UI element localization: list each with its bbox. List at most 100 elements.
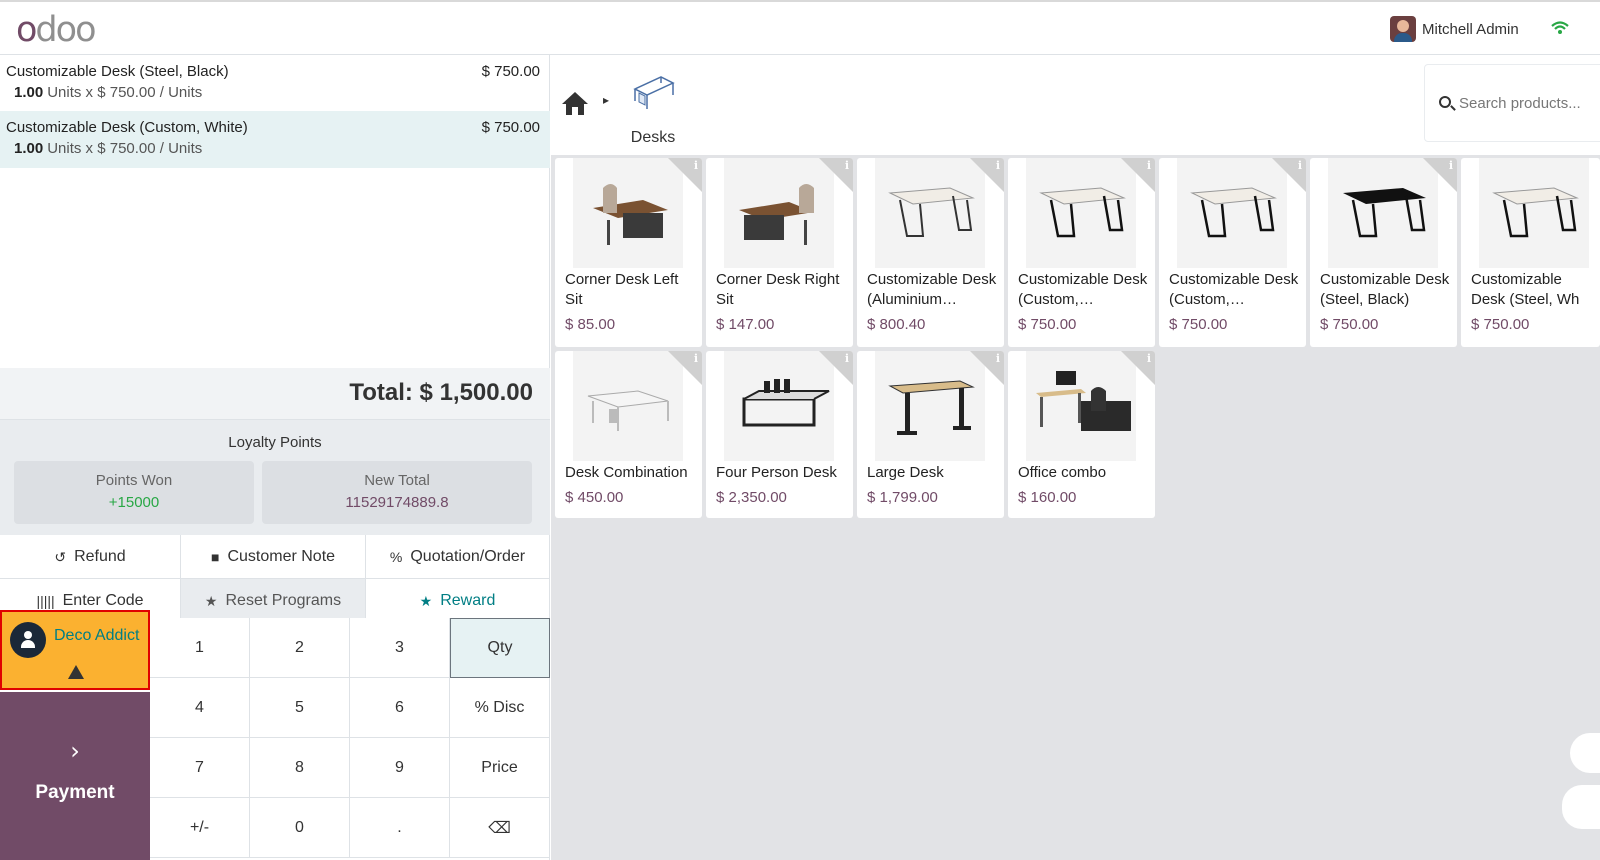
order-total-bar: Total: $ 1,500.00 [0,368,550,420]
corner-desk-image [724,158,834,268]
customer-note-label: Customer Note [227,547,336,565]
numpad-key-7[interactable]: 7 [150,738,250,798]
product-name: Customizable Desk (Aluminium… [867,271,997,308]
numpad-key-8[interactable]: 8 [250,738,350,798]
star-icon: ★ [419,592,433,609]
product-price: $ 750.00 [1018,316,1077,333]
numpad-decimal-button[interactable]: . [350,798,450,858]
numpad-key-3[interactable]: 3 [350,618,450,678]
product-price: $ 1,799.00 [867,489,938,506]
numpad-key-1[interactable]: 1 [150,618,250,678]
black-desk-image [1328,158,1438,268]
odoo-logo[interactable]: odoo [16,10,97,50]
order-line-selected[interactable]: Customizable Desk (Custom, White) $ 750.… [0,111,550,168]
product-name: Corner Desk Right Sit [716,271,840,308]
product-price: $ 2,350.00 [716,489,787,506]
user-avatar [1390,16,1416,42]
product-card[interactable]: i Customizable Desk (Custom,… $ 750.00 [1008,158,1155,347]
payment-button[interactable]: › Payment [0,692,150,860]
payment-label: Payment [35,782,115,803]
numpad-qty-button[interactable]: Qty [450,618,550,678]
product-card[interactable]: i Customizable Desk (Custom,… $ 750.00 [1159,158,1306,347]
numpad-backspace-button[interactable]: ⌫ [450,798,550,858]
order-line-name: Customizable Desk (Steel, Black) [6,63,229,80]
numpad-key-6[interactable]: 6 [350,678,450,738]
numpad-sign-button[interactable]: +/- [150,798,250,858]
product-name: Customizable Desk (Steel, Wh [1471,271,1580,308]
product-name: Customizable Desk (Custom,… [1169,271,1299,308]
product-card[interactable]: i Office combo $ 160.00 [1008,351,1155,518]
user-name: Mitchell Admin [1422,20,1519,38]
numpad-key-2[interactable]: 2 [250,618,350,678]
order-total: Total: $ 1,500.00 [349,379,533,406]
info-icon: i [995,159,1000,172]
points-won-label: Points Won [95,472,173,489]
order-line-detail: 1.00 Units x $ 750.00 / Units [6,140,542,157]
home-icon[interactable] [561,90,589,116]
order-line[interactable]: Customizable Desk (Steel, Black) $ 750.0… [0,55,550,112]
product-name: Four Person Desk [716,464,837,481]
numpad-key-5[interactable]: 5 [250,678,350,738]
product-card[interactable]: i Corner Desk Left Sit $ 85.00 [555,158,702,347]
product-card[interactable]: i Four Person Desk $ 2,350.00 [706,351,853,518]
quotation-order-button[interactable]: % Quotation/Order [366,535,550,579]
user-menu[interactable]: Mitchell Admin [1390,16,1519,42]
white-desk-image [875,158,985,268]
reward-button[interactable]: ★ Reward [366,579,550,623]
refund-label: Refund [74,547,126,565]
undo-icon: ↺ [54,548,67,565]
numpad-key-4[interactable]: 4 [150,678,250,738]
product-card[interactable]: i Large Desk $ 1,799.00 [857,351,1004,518]
warning-icon [68,665,84,679]
product-price: $ 800.40 [867,316,926,333]
search-icon [1439,96,1451,108]
search-box[interactable] [1424,64,1600,142]
reset-programs-label: Reset Programs [225,591,342,609]
product-price: $ 750.00 [1320,316,1379,333]
loyalty-title: Loyalty Points [228,434,322,451]
product-name: Desk Combination [565,464,688,481]
enter-code-label: Enter Code [62,591,144,609]
numpad-key-9[interactable]: 9 [350,738,450,798]
product-header: ▸ Desks [551,55,1600,155]
order-line-unit-detail: Units x $ 750.00 / Units [47,84,203,101]
desk-combination-image [573,351,683,461]
star-icon: ★ [204,592,218,609]
barcode-icon: ||||| [36,592,55,609]
product-price: $ 147.00 [716,316,775,333]
refund-button[interactable]: ↺ Refund [0,535,181,579]
numpad-discount-button[interactable]: % Disc [450,678,550,738]
product-card[interactable]: i Desk Combination $ 450.00 [555,351,702,518]
points-won-value: +15000 [108,494,160,511]
product-card[interactable]: Customizable Desk (Steel, Wh $ 750.00 [1461,158,1600,347]
floating-side-button[interactable] [1562,785,1600,829]
category-label: Desks [630,129,676,146]
numpad-price-button[interactable]: Price [450,738,550,798]
info-icon: i [1146,352,1151,365]
info-icon: i [1146,159,1151,172]
order-line-qty: 1.00 [14,84,44,101]
product-name: Corner Desk Left Sit [565,271,679,308]
reset-programs-button[interactable]: ★ Reset Programs [181,579,366,623]
product-card[interactable]: i Customizable Desk (Steel, Black) $ 750… [1310,158,1457,347]
customer-note-button[interactable]: ■ Customer Note [181,535,366,579]
info-icon: i [995,352,1000,365]
chevron-right-icon: › [70,737,80,765]
info-icon: i [844,352,849,365]
wifi-icon[interactable] [1550,20,1570,36]
search-input[interactable] [1459,90,1600,116]
new-total-value: 11529174889.8 [345,494,449,511]
product-price: $ 750.00 [1169,316,1228,333]
order-line-qty: 1.00 [14,140,44,157]
product-card[interactable]: i Corner Desk Right Sit $ 147.00 [706,158,853,347]
info-icon: i [1297,159,1302,172]
category-desks[interactable]: Desks [623,73,683,146]
product-name: Customizable Desk (Steel, Black) [1320,271,1450,308]
customer-button[interactable]: Deco Addict [0,610,150,690]
desk-category-icon [633,76,675,109]
info-icon: i [844,159,849,172]
floating-side-button[interactable] [1570,733,1600,773]
product-pane: ▸ Desks i Corner Desk Left Sit $ 85.00 i… [551,55,1600,860]
product-card[interactable]: i Customizable Desk (Aluminium… $ 800.40 [857,158,1004,347]
numpad-key-0[interactable]: 0 [250,798,350,858]
